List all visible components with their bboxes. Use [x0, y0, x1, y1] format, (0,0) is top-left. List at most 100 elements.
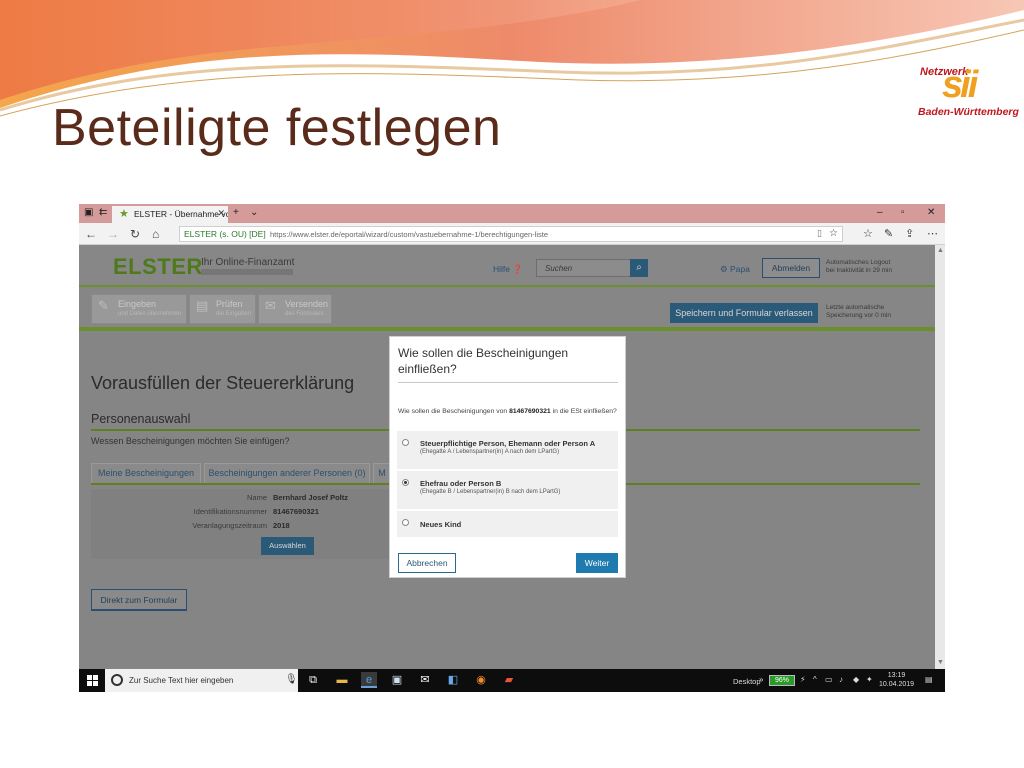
scroll-up-icon[interactable]: ▲ [937, 247, 944, 254]
browser-tab-bar: ▣ ⇇ ★ ELSTER - Übernahme vc ✕ + ⌄ – ▫ ✕ [79, 204, 945, 223]
logout-note-line1: Automatisches Logout [826, 259, 891, 266]
browser-tab[interactable]: ★ ELSTER - Übernahme vc ✕ [112, 206, 228, 223]
dialog-question-post: in die ESt einfließen? [550, 408, 617, 415]
dialog-divider [398, 382, 618, 383]
step-versenden[interactable]: ✉ Versenden des Formulars [258, 294, 332, 324]
volume-icon[interactable]: ♪ [839, 675, 843, 684]
select-person-button[interactable]: Auswählen [261, 537, 314, 555]
network-icon[interactable]: ▭ [825, 675, 833, 684]
action-center-icon[interactable]: ▤ [925, 675, 933, 684]
scroll-down-icon[interactable]: ▼ [937, 659, 944, 666]
step-pruefen[interactable]: ▤ Prüfen die Eingaben [189, 294, 256, 324]
step-label: Versenden [285, 299, 329, 309]
option-label: Ehefrau oder Person B [420, 479, 502, 488]
tab-close-icon[interactable]: ✕ [217, 208, 225, 219]
pen-icon[interactable]: ✎ [884, 227, 893, 240]
clock-time: 13:19 [887, 672, 906, 679]
favorites-icon[interactable]: ☆ [863, 227, 873, 240]
page-title: Vorausfüllen der Steuererklärung [91, 373, 355, 393]
info-key: Veranlagungszeitraum [192, 521, 267, 530]
more-icon[interactable]: ⋯ [927, 227, 938, 240]
microphone-icon[interactable]: 🎙 [285, 674, 298, 685]
site-identity[interactable]: ELSTER (s. OU) [DE] [184, 229, 266, 239]
info-row-name: Name Bernhard Josef Poltz [91, 491, 391, 505]
home-icon[interactable]: ⌂ [152, 227, 159, 241]
taskbar-search-input[interactable]: Zur Suche Text hier eingeben 🎙 [105, 669, 298, 692]
new-tab-icon[interactable]: + [233, 207, 239, 218]
store-icon[interactable]: ▣ [389, 672, 405, 688]
dropbox-icon[interactable]: ✦ [866, 675, 873, 684]
logout-button[interactable]: Abmelden [762, 258, 820, 278]
url-text: https://www.elster.de/eportal/wizard/cus… [270, 230, 549, 239]
send-icon: ✉ [265, 298, 276, 313]
help-icon: ❓ [512, 264, 523, 274]
cortana-icon [111, 674, 123, 686]
tray-up-icon[interactable]: ^ [813, 675, 817, 684]
search-icon[interactable]: ⌕ [630, 259, 648, 277]
outlook-icon[interactable]: ◧ [445, 672, 461, 688]
direct-to-form-button[interactable]: Direkt zum Formular [91, 589, 187, 611]
user-menu[interactable]: ⚙ Papa [720, 264, 750, 275]
firefox-icon[interactable]: ◉ [473, 672, 489, 688]
step-eingeben[interactable]: ✎ Eingeben und Daten übernehmen [91, 294, 187, 324]
mail-icon[interactable]: ✉ [417, 672, 433, 688]
refresh-icon[interactable]: ↻ [130, 227, 140, 241]
security-icon[interactable]: ◆ [853, 675, 859, 684]
maximize-icon[interactable]: ▫ [901, 207, 905, 218]
url-field[interactable]: ELSTER (s. OU) [DE] https://www.elster.d… [179, 226, 843, 242]
option-sublabel: (Ehegatte A / Lebenspartner(in) A nach d… [420, 449, 560, 455]
elster-page: ELSTER Ihr Online-Finanzamt Hilfe ❓ Such… [79, 245, 935, 669]
autosave-note-line2: Speicherung vor 0 min [826, 312, 892, 319]
tray-expand-icon[interactable]: » [759, 675, 763, 684]
user-name: Papa [730, 264, 750, 274]
section-question: Wessen Bescheinigungen möchten Sie einfü… [91, 436, 290, 446]
windows-start-icon[interactable] [87, 675, 98, 686]
task-view-icon[interactable]: ⧉ [305, 672, 321, 688]
search-input[interactable]: Suchen ⌕ [536, 259, 648, 277]
window-close-icon[interactable]: ✕ [927, 207, 935, 218]
info-value: 2018 [273, 521, 290, 530]
power-plug-icon[interactable]: ⚡ [800, 675, 806, 684]
page-scrollbar[interactable]: ▲ ▼ [935, 245, 945, 669]
dialog-question: Wie sollen die Bescheinigungen von 81467… [398, 407, 618, 416]
system-clock[interactable]: 13:19 10.04.2019 [879, 671, 914, 689]
file-explorer-icon[interactable]: ▬ [334, 672, 350, 688]
back-icon[interactable]: ← [85, 227, 97, 241]
reading-view-icon[interactable]: ▯ [817, 228, 822, 239]
desktop-label[interactable]: Desktop [733, 677, 761, 686]
minimize-icon[interactable]: – [877, 207, 883, 218]
radio-button[interactable] [402, 519, 409, 526]
tab-andere-personen[interactable]: Bescheinigungen anderer Personen (0) [204, 463, 370, 483]
battery-indicator[interactable]: 96% [769, 675, 795, 686]
save-and-leave-button[interactable]: Speichern und Formular verlassen [670, 303, 818, 323]
tab-meine-bescheinigungen[interactable]: Meine Bescheinigungen [91, 463, 201, 483]
next-button[interactable]: Weiter [576, 553, 618, 573]
tab-preview-icon[interactable]: ⇇ [99, 207, 107, 218]
info-value: 81467690321 [273, 507, 319, 516]
dialog-title: Wie sollen die Bescheinigungen einfließe… [398, 346, 569, 376]
taskbar-search-text: Zur Suche Text hier eingeben [129, 676, 234, 685]
slide-title: Beteiligte festlegen [52, 99, 502, 157]
tab-list-chevron-icon[interactable]: ⌄ [250, 207, 258, 218]
option-neues-kind[interactable]: Neues Kind [397, 511, 618, 537]
forward-icon[interactable]: → [107, 227, 119, 241]
elster-favicon-icon: ★ [119, 208, 129, 220]
option-person-a[interactable]: Steuerpflichtige Person, Ehemann oder Pe… [397, 431, 618, 469]
radio-button[interactable] [402, 439, 409, 446]
elster-logo[interactable]: ELSTER [113, 254, 203, 280]
powerpoint-icon[interactable]: ▰ [501, 672, 517, 688]
share-icon[interactable]: ⇪ [905, 227, 914, 240]
cancel-button[interactable]: Abbrechen [398, 553, 456, 573]
option-person-b[interactable]: Ehefrau oder Person B (Ehegatte B / Lebe… [397, 471, 618, 509]
radio-button-selected[interactable] [402, 479, 409, 486]
tab-manager-icon[interactable]: ▣ [84, 207, 93, 218]
info-key: Name [246, 493, 267, 502]
slide: Beteiligte festlegen Netzwerk sii Baden-… [0, 0, 1024, 768]
edge-browser-icon[interactable]: e [361, 672, 377, 688]
option-sublabel: (Ehegatte B / Lebenspartner(in) B nach d… [420, 489, 561, 495]
section-title: Personenauswahl [91, 412, 191, 426]
logout-note-line2: bei Inaktivität in 29 min [826, 267, 893, 274]
favorite-star-icon[interactable]: ☆ [829, 228, 838, 239]
help-link[interactable]: Hilfe ❓ [493, 264, 523, 275]
dialog-question-pre: Wie sollen die Bescheinigungen von [398, 408, 510, 415]
